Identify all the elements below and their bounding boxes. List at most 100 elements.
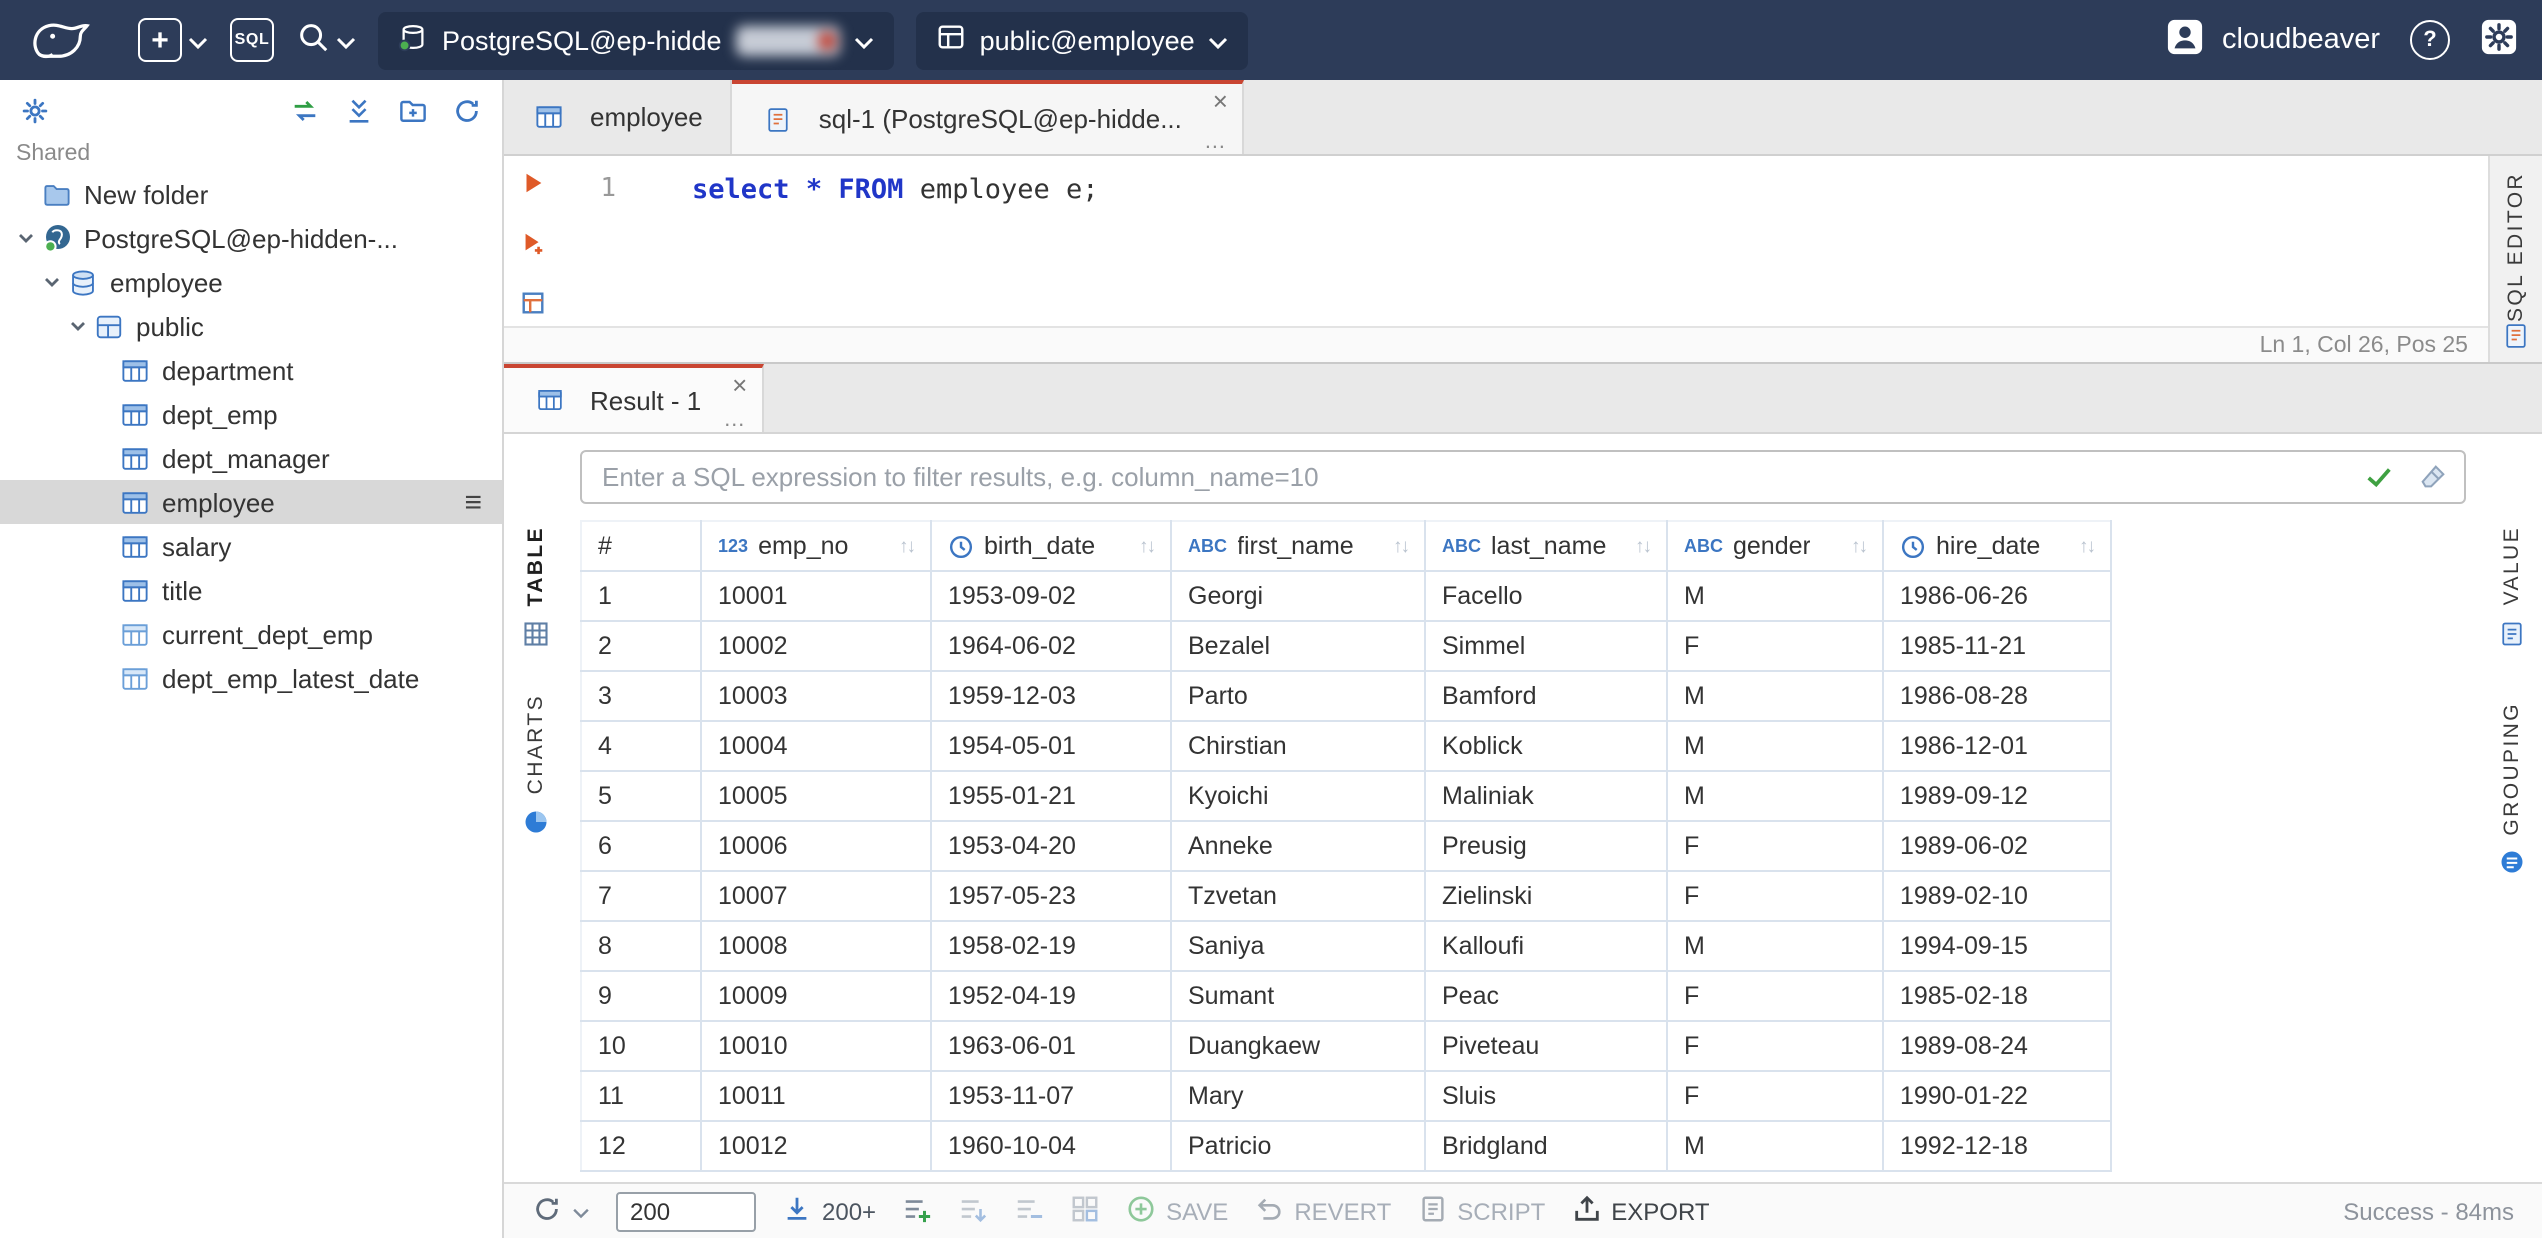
grid-cell[interactable]: M [1667, 571, 1884, 622]
tree-item-new-folder[interactable]: New folder [0, 172, 502, 216]
sort-icon[interactable]: ↑↓ [1139, 535, 1156, 557]
row-menu-icon[interactable]: ≡ [464, 487, 482, 517]
grid-cell[interactable]: 1986-08-28 [1883, 671, 2112, 722]
filter-input[interactable] [580, 450, 2466, 504]
duplicate-row-button[interactable] [958, 1193, 988, 1229]
grid-cell[interactable]: 1992-12-18 [1883, 1121, 2112, 1172]
row-number-cell[interactable]: 9 [580, 971, 702, 1022]
grid-cell[interactable]: M [1667, 771, 1884, 822]
grid-cell[interactable]: 1952-04-19 [931, 971, 1172, 1022]
tab-grouping-panel[interactable]: GROUPING [2498, 701, 2526, 883]
row-number-cell[interactable]: 2 [580, 621, 702, 672]
close-icon[interactable]: × [732, 372, 747, 398]
tree-item-dept-emp[interactable]: dept_emp [0, 392, 502, 436]
grid-cell[interactable]: 1989-02-10 [1883, 871, 2112, 922]
tab-menu-icon[interactable]: … [1204, 131, 1226, 154]
tree-item-title[interactable]: title [0, 568, 502, 612]
script-button[interactable]: SCRIPT [1417, 1193, 1545, 1229]
tree-item-salary[interactable]: salary [0, 524, 502, 568]
expand-chevron-icon[interactable] [38, 272, 66, 292]
grid-cell[interactable]: 10009 [701, 971, 932, 1022]
grid-cell[interactable]: Parto [1171, 671, 1426, 722]
grid-cell[interactable]: Anneke [1171, 821, 1426, 872]
row-number-cell[interactable]: 11 [580, 1071, 702, 1122]
tab-table-view[interactable]: TABLE [522, 526, 550, 654]
grid-cell[interactable]: Mary [1171, 1071, 1426, 1122]
refresh-results-button[interactable] [532, 1193, 590, 1229]
row-limit-input[interactable] [616, 1191, 756, 1231]
grid-cell[interactable]: 1989-06-02 [1883, 821, 2112, 872]
grid-cell[interactable]: Georgi [1171, 571, 1426, 622]
grid-cell[interactable]: Zielinski [1425, 871, 1668, 922]
close-icon[interactable]: × [1213, 88, 1228, 114]
grid-cell[interactable]: 1985-02-18 [1883, 971, 2112, 1022]
grid-cell[interactable]: Chirstian [1171, 721, 1426, 772]
grid-cell[interactable]: Simmel [1425, 621, 1668, 672]
tab-employee[interactable]: employee [504, 80, 733, 154]
grid-options-button[interactable] [1070, 1193, 1100, 1229]
grid-cell[interactable]: 10005 [701, 771, 932, 822]
settings-button[interactable] [2480, 18, 2518, 62]
grid-cell[interactable]: Bamford [1425, 671, 1668, 722]
open-sql-editor-button[interactable]: SQL [230, 18, 274, 62]
tree-item-dept-manager[interactable]: dept_manager [0, 436, 502, 480]
connection-selector[interactable]: PostgreSQL@ep-hidde [378, 11, 894, 69]
save-button[interactable]: SAVE [1126, 1193, 1228, 1229]
refresh-tree-button[interactable] [452, 95, 482, 125]
row-number-cell[interactable]: 12 [580, 1121, 702, 1172]
grid-cell[interactable]: Bridgland [1425, 1121, 1668, 1172]
tree-item-employee[interactable]: employee [0, 260, 502, 304]
grid-cell[interactable]: 1954-05-01 [931, 721, 1172, 772]
grid-cell[interactable]: 1953-11-07 [931, 1071, 1172, 1122]
grid-cell[interactable]: 1989-08-24 [1883, 1021, 2112, 1072]
tab-sql-1[interactable]: sql-1 (PostgreSQL@ep-hidde... × … [732, 80, 1244, 154]
tree-item-department[interactable]: department [0, 348, 502, 392]
grid-cell[interactable]: 1990-01-22 [1883, 1071, 2112, 1122]
connection-search-button[interactable] [296, 20, 356, 60]
grid-cell[interactable]: Sluis [1425, 1071, 1668, 1122]
clear-filter-button[interactable] [2418, 462, 2448, 492]
tree-item-dept-emp-latest-date[interactable]: dept_emp_latest_date [0, 656, 502, 700]
grid-cell[interactable]: Facello [1425, 571, 1668, 622]
grid-cell[interactable]: 1964-06-02 [931, 621, 1172, 672]
sql-editor-side-tab[interactable]: SQL EDITOR [2488, 156, 2542, 362]
row-number-cell[interactable]: 8 [580, 921, 702, 972]
grid-cell[interactable]: Peac [1425, 971, 1668, 1022]
column-header-rownum[interactable]: # [580, 520, 702, 572]
tab-charts-view[interactable]: CHARTS [522, 694, 550, 842]
apply-filter-button[interactable] [2364, 462, 2394, 492]
grid-cell[interactable]: Maliniak [1425, 771, 1668, 822]
collapse-all-button[interactable] [344, 95, 374, 125]
grid-cell[interactable]: 10011 [701, 1071, 932, 1122]
grid-cell[interactable]: M [1667, 1121, 1884, 1172]
tab-value-panel[interactable]: VALUE [2498, 526, 2526, 653]
grid-cell[interactable]: Preusig [1425, 821, 1668, 872]
grid-cell[interactable]: Bezalel [1171, 621, 1426, 672]
execute-query-button[interactable] [519, 170, 545, 196]
explain-plan-button[interactable] [519, 290, 545, 316]
grid-cell[interactable]: 1953-09-02 [931, 571, 1172, 622]
row-number-cell[interactable]: 5 [580, 771, 702, 822]
tab-result-1[interactable]: Result - 1 × … [504, 364, 764, 432]
execute-script-button[interactable] [519, 230, 545, 256]
sort-icon[interactable]: ↑↓ [1635, 535, 1652, 557]
sql-code-area[interactable]: 1 select * FROM employee e; [504, 156, 2488, 326]
grid-cell[interactable]: M [1667, 721, 1884, 772]
row-number-cell[interactable]: 1 [580, 571, 702, 622]
grid-cell[interactable]: M [1667, 921, 1884, 972]
sort-icon[interactable]: ↑↓ [1393, 535, 1410, 557]
column-header-last_name[interactable]: ABC last_name ↑↓ [1425, 520, 1668, 572]
grid-cell[interactable]: F [1667, 971, 1884, 1022]
sort-icon[interactable]: ↑↓ [1851, 535, 1868, 557]
sort-icon[interactable]: ↑↓ [2079, 535, 2096, 557]
expand-chevron-icon[interactable] [12, 228, 40, 248]
grid-cell[interactable]: 1958-02-19 [931, 921, 1172, 972]
new-folder-button[interactable] [398, 95, 428, 125]
grid-cell[interactable]: 1994-09-15 [1883, 921, 2112, 972]
grid-cell[interactable]: 10002 [701, 621, 932, 672]
grid-cell[interactable]: Duangkaew [1171, 1021, 1426, 1072]
grid-cell[interactable]: 1986-06-26 [1883, 571, 2112, 622]
grid-cell[interactable]: 10006 [701, 821, 932, 872]
grid-cell[interactable]: F [1667, 871, 1884, 922]
grid-cell[interactable]: 10012 [701, 1121, 932, 1172]
